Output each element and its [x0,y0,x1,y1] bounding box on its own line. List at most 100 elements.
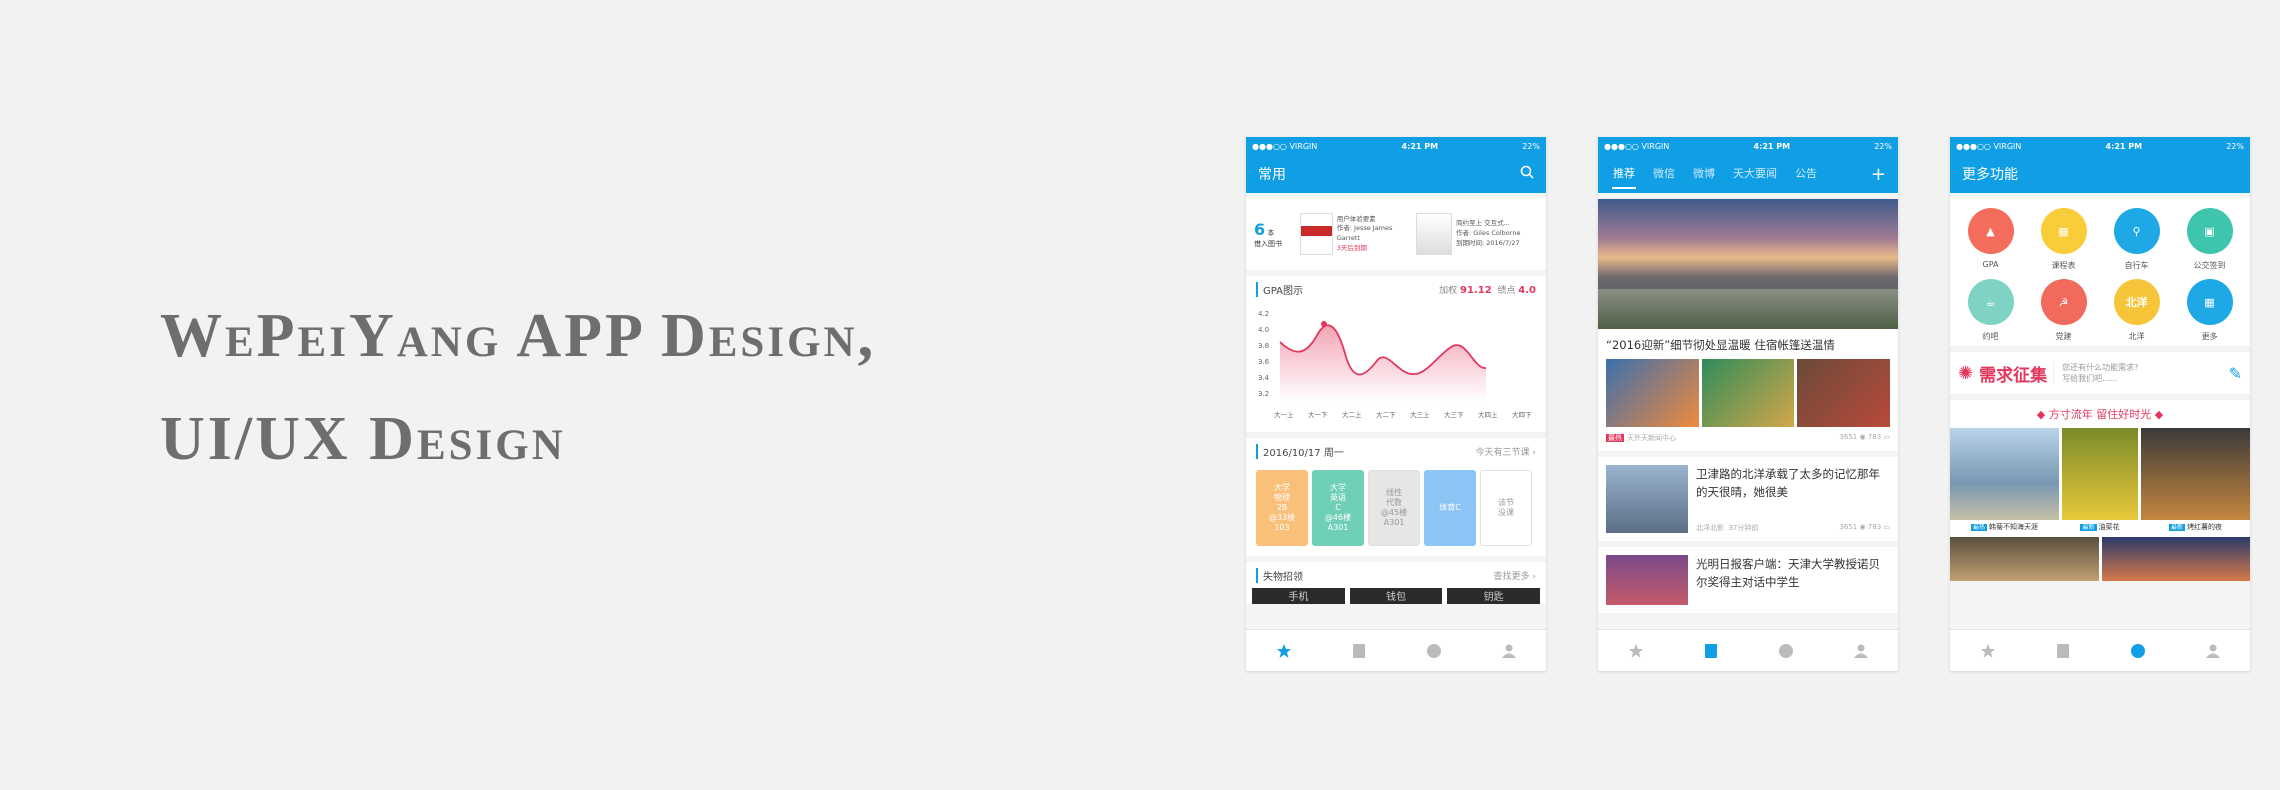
news-source: 天外天新闻中心 [1627,434,1676,442]
schedule-hint[interactable]: 今天有三节课 › [1476,445,1536,458]
function-item[interactable]: 北洋 北洋 [2100,279,2173,342]
photo-image [2141,428,2250,520]
lost-item[interactable]: 钱包 [1349,588,1443,604]
x-tick: 大二下 [1376,410,1396,419]
lost-found-title: 失物招领 [1256,567,1303,583]
add-tab-button[interactable]: + [1871,164,1892,185]
user-icon[interactable] [1499,641,1519,661]
news-thumb [1606,555,1688,605]
gpa-label: 绩点 [1497,285,1516,296]
news-thumb [1797,359,1891,427]
feature-request-banner[interactable]: ✺ 需求征集 您还有什么功能需求? 写给我们吧...... ✎ [1950,352,2250,394]
photo-caption: 韩菊不知海天涯 [1988,523,2038,531]
lost-item[interactable]: 钥匙 [1447,588,1541,604]
news-source: 北洋北影 [1696,524,1724,532]
photo-tag: 最新 [2169,524,2186,531]
tab-recommend[interactable]: 推荐 [1604,155,1644,193]
chat-icon[interactable] [2128,641,2148,661]
tab-tju-news[interactable]: 天大要闻 [1724,155,1786,193]
lost-found-card[interactable]: 失物招领 查找更多 › 手机 钱包 钥匙 [1246,562,1546,604]
clock-label: 4:21 PM [2105,141,2143,151]
lost-found-more-text: 查找更多 [1493,571,1530,582]
user-icon[interactable] [1851,641,1871,661]
banner-line2: 写给我们吧...... [2062,374,2118,383]
course-block[interactable]: 体育C [1424,470,1476,546]
gpa-line-chart: 4.2 4.0 3.8 3.6 3.4 3.2 大一上 大一下 大二上 大二下 … [1258,310,1532,419]
course-block[interactable]: 大学 物理 2B @33楼 103 [1256,470,1308,546]
course-block[interactable]: 线性 代数 @45楼 A301 [1368,470,1420,546]
function-item[interactable]: ☭ 党建 [2027,279,2100,342]
photo-item[interactable]: 最新 烤红薯的夜 [2141,428,2250,534]
news-title: “2016迎新”细节彻处显温暖 住宿帐篷送温情 [1606,338,1835,352]
gpa-title: GPA图示 [1256,281,1303,297]
slogan-text: ◆ 方寸流年 留住好时光 ◆ [2036,408,2164,421]
borrowed-books-card[interactable]: 6 本 借入图书 用户体验要素 作者: Jesse James Garrett … [1246,198,1546,270]
page-title: 常用 [1258,167,1286,183]
function-item[interactable]: ▦ 课程表 [2027,208,2100,271]
schedule-hint-text: 今天有三节课 [1475,447,1530,458]
lost-found-more[interactable]: 查找更多 › [1494,569,1536,582]
photo-image[interactable] [2101,537,2250,581]
x-tick: 大三下 [1444,410,1464,419]
x-tick: 大一上 [1274,410,1294,419]
photo-image[interactable] [1950,537,2099,581]
function-item[interactable]: ☕ 约吧 [1954,279,2027,342]
book-count-number: 6 [1254,219,1266,239]
function-icon: 北洋 [2113,279,2160,325]
gpa-card[interactable]: GPA图示 加权 91.12 绩点 4.0 4.2 4.0 3.8 3.6 3.… [1246,276,1546,432]
book-item[interactable]: 简约至上 交互式... 作者: Giles Colborne 到期时间: 201… [1416,213,1526,255]
star-icon[interactable] [1978,641,1998,661]
y-tick: 3.6 [1258,358,1270,366]
headline-line1: WePeiYang APP Design, [160,302,877,370]
star-icon[interactable] [1626,641,1646,661]
star-icon[interactable] [1274,641,1294,661]
y-tick: 3.2 [1258,390,1269,398]
news-item[interactable]: 光明日报客户端：天津大学教授诺贝尔奖得主对话中学生 [1598,547,1898,613]
course-block[interactable]: 大学 英语 C @46楼 A301 [1312,470,1364,546]
hero-image[interactable] [1598,199,1898,329]
bookmark-icon[interactable] [1701,641,1721,661]
chat-icon[interactable] [1776,641,1796,661]
news-thumb [1606,465,1688,533]
function-item[interactable]: ▦ 更多 [2173,279,2246,342]
news-item[interactable]: “2016迎新”细节彻处显温暖 住宿帐篷送温情 最热 天外天新闻中心 3651 ◉… [1598,329,1898,451]
function-icon: ⚲ [2113,208,2160,254]
function-item[interactable]: ▲ GPA [1954,208,2027,271]
tab-weibo[interactable]: 微博 [1684,155,1724,193]
photo-tag: 最热 [1970,524,1987,531]
book-title: 简约至上 交互式... [1456,219,1510,228]
user-icon[interactable] [2203,641,2223,661]
sun-icon: ✺ [1958,362,1974,384]
bookmark-icon[interactable] [2053,641,2073,661]
battery-label: 22% [1522,141,1540,151]
course-list: 大学 物理 2B @33楼 103 大学 英语 C @46楼 A301 线性 代数 … [1246,464,1546,556]
chat-icon[interactable] [1424,641,1444,661]
tab-wechat[interactable]: 微信 [1644,155,1684,193]
function-icon: ▲ [1967,208,2014,254]
news-time: 37分钟前 [1728,524,1759,532]
photo-item[interactable]: 最新 油菜花 [2061,428,2139,534]
gpa-score: 4.0 [1518,284,1536,296]
banner-title: 需求征集 [1979,365,2048,386]
course-block[interactable]: 该节 没课 [1480,470,1532,546]
book-item[interactable]: 用户体验要素 作者: Jesse James Garrett 3天后到期 [1300,213,1410,255]
page-title: 更多功能 [1962,167,2018,183]
function-item[interactable]: ⚲ 自行车 [2100,208,2173,271]
tab-notice[interactable]: 公告 [1786,155,1826,193]
function-icon: ▦ [2186,279,2233,325]
function-item[interactable]: ▣ 公交签到 [2173,208,2246,271]
bookmark-icon[interactable] [1349,641,1369,661]
photo-item[interactable]: 最热 韩菊不知海天涯 [1950,428,2059,534]
news-item[interactable]: 卫津路的北洋承载了太多的记忆那年的天很晴，她很美 北洋北影 37分钟前 3651… [1598,457,1898,541]
news-title: 卫津路的北洋承载了太多的记忆那年的天很晴，她很美 [1696,467,1880,500]
schedule-card[interactable]: 2016/10/17 周一 今天有三节课 › 大学 物理 2B @33楼 103… [1246,438,1546,556]
function-icon: ▦ [2040,208,2087,254]
gpa-peak-point[interactable] [1321,321,1327,327]
search-icon[interactable] [1520,165,1534,183]
status-bar: ●●●○○ VIRGIN 4:21 PM 22% [1950,137,2250,155]
clock-label: 4:21 PM [1753,141,1791,151]
battery-label: 22% [2226,141,2244,151]
photo-tag: 最新 [2080,524,2097,531]
book-count: 6 本 借入图书 [1254,220,1294,249]
lost-item[interactable]: 手机 [1252,588,1345,604]
